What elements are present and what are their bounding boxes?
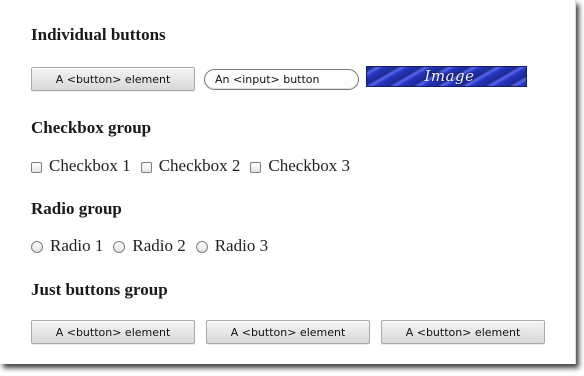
checkbox-3[interactable]: Checkbox 3 [250,156,350,176]
radio-1-label: Radio 1 [50,236,104,255]
radio-1-circle[interactable] [31,240,43,253]
buttons-group-heading: Just buttons group [31,280,168,299]
checkbox-1-label: Checkbox 1 [49,156,131,175]
checkbox-2[interactable]: Checkbox 2 [140,156,241,176]
individual-buttons-heading: Individual buttons [31,25,166,44]
input-button[interactable]: An <input> button [204,68,359,90]
checkbox-2-label: Checkbox 2 [158,156,241,175]
radio-2[interactable]: Radio 2 [113,236,186,256]
group-button-3[interactable]: A <button> element [381,320,545,344]
radio-group-heading: Radio group [31,199,122,218]
radio-1[interactable]: Radio 1 [31,236,103,256]
checkbox-3-box[interactable] [250,161,262,173]
button-element[interactable]: A <button> element [31,67,195,91]
checkbox-1[interactable]: Checkbox 1 [31,156,131,176]
demo-panel: Individual buttons A <button> element An… [0,0,576,364]
checkbox-2-box[interactable] [140,161,152,173]
buttons-group: A <button> element A <button> element A … [31,320,545,344]
image-button-label: Image [424,67,475,85]
radio-3-label: Radio 3 [214,236,269,255]
radio-3-circle[interactable] [195,240,208,253]
group-button-2[interactable]: A <button> element [206,320,370,344]
radio-2-circle[interactable] [113,240,126,253]
image-button[interactable]: Image [366,65,527,87]
radio-3[interactable]: Radio 3 [195,236,269,256]
checkbox-1-box[interactable] [31,161,42,173]
group-button-1[interactable]: A <button> element [31,320,195,344]
individual-buttons-row: A <button> element An <input> button Ima… [31,65,527,91]
radio-2-label: Radio 2 [132,236,186,255]
checkbox-group-heading: Checkbox group [31,118,152,137]
checkbox-group: Checkbox 1 Checkbox 2 Checkbox 3 [31,156,350,176]
checkbox-3-label: Checkbox 3 [268,156,351,175]
radio-group: Radio 1 Radio 2 Radio 3 [31,236,268,256]
